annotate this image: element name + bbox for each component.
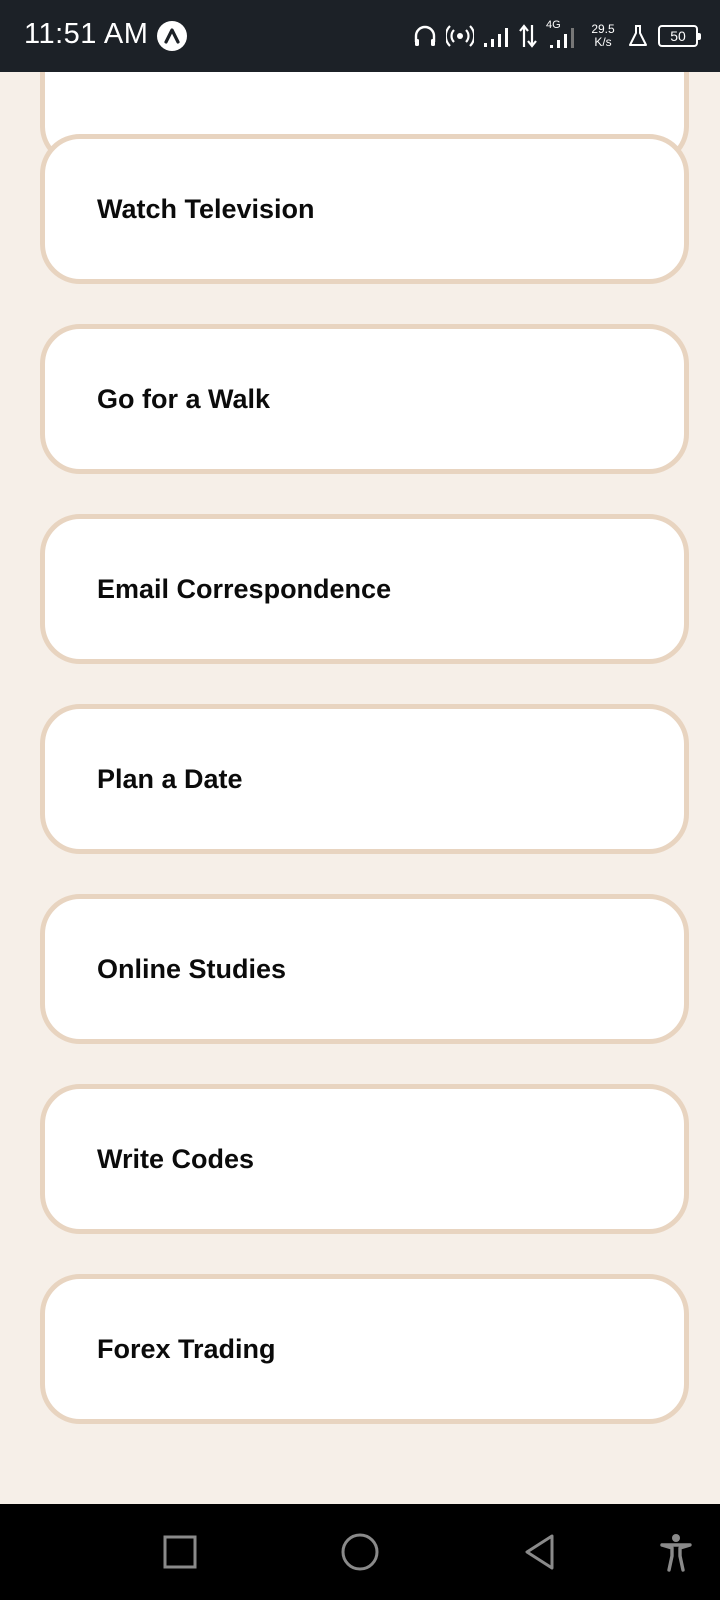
app-logo-icon [157,21,187,51]
triangle-back-icon[interactable] [512,1524,568,1580]
activity-card-email-correspondence[interactable]: Email Correspondence [40,514,689,664]
activity-label: Email Correspondence [97,573,392,604]
activity-label: Write Codes [97,1143,255,1174]
activity-card-watch-television[interactable]: Watch Television [40,134,689,284]
net-speed-value: 29.5 [591,22,615,36]
activity-label: Forex Trading [97,1333,276,1364]
circle-home-icon[interactable] [332,1524,388,1580]
data-arrows-icon [518,23,538,49]
activity-list-container[interactable]: Watch Television Go for a Walk Email Cor… [0,72,720,1504]
status-time: 11:51 AM [24,18,149,50]
activity-card-plan-a-date[interactable]: Plan a Date [40,704,689,854]
net-speed-unit: K/s [594,35,612,49]
activity-list: Watch Television Go for a Walk Email Cor… [40,134,689,1464]
battery-indicator: 50 [658,25,701,47]
activity-label: Plan a Date [97,763,243,794]
accessibility-icon[interactable] [648,1524,704,1580]
battery-level: 50 [670,28,686,44]
flask-icon [628,24,648,48]
status-bar: 11:51 AM 4G 29.5 K/s 50 [0,0,720,72]
headphones-icon [412,23,438,49]
status-icons: 4G 29.5 K/s 50 [412,0,701,72]
activity-card-forex-trading[interactable]: Forex Trading [40,1274,689,1424]
activity-label: Watch Television [97,193,315,224]
signal-icon [482,24,510,48]
activity-label: Online Studies [97,953,287,984]
activity-label: Go for a Walk [97,383,271,414]
activity-card-go-for-a-walk[interactable]: Go for a Walk [40,324,689,474]
activity-card-write-codes[interactable]: Write Codes [40,1084,689,1234]
hotspot-icon [446,23,474,49]
activity-card-online-studies[interactable]: Online Studies [40,894,689,1044]
net-speed: 29.5 K/s [586,23,620,49]
signal-4g-icon: 4G [546,19,578,51]
square-recents-icon[interactable] [152,1524,208,1580]
navigation-bar [0,1504,720,1600]
